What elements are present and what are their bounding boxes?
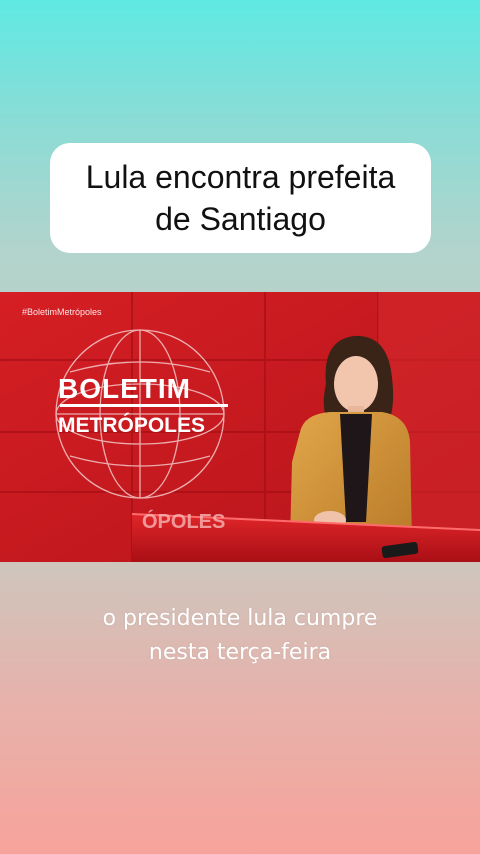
- video-frame[interactable]: BOLETIM METRÓPOLES ÓPOLES #BoletimMetróp…: [0, 292, 480, 562]
- logo-line2: METRÓPOLES: [58, 413, 205, 437]
- hashtag-label: #BoletimMetrópoles: [22, 307, 102, 317]
- presenter-face: [334, 356, 378, 412]
- news-studio-scene: BOLETIM METRÓPOLES ÓPOLES: [0, 292, 480, 562]
- title-text: Lula encontra prefeita de Santiago: [85, 159, 396, 237]
- logo-line1: BOLETIM: [58, 373, 191, 404]
- title-card: Lula encontra prefeita de Santiago: [50, 143, 431, 253]
- subtitle-caption: o presidente lula cumpre nesta terça-fei…: [102, 606, 378, 665]
- desk-text: ÓPOLES: [142, 509, 225, 533]
